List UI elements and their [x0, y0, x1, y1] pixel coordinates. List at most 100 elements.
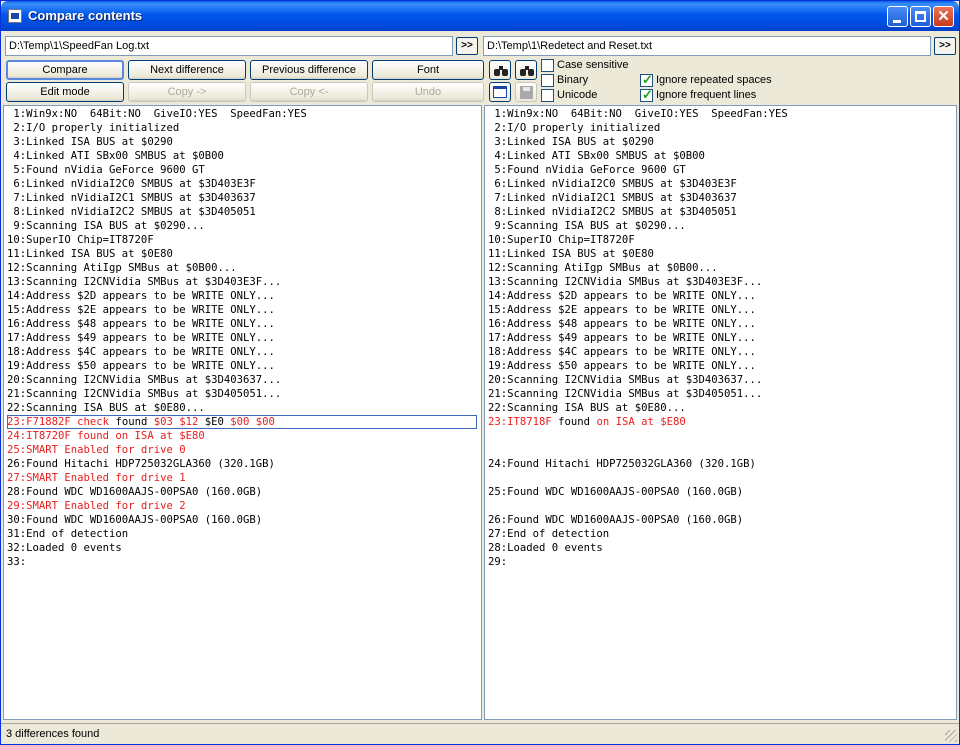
blank-line[interactable] — [488, 429, 956, 443]
text-line[interactable]: 21:Scanning I2CNVidia SMBus at $3D405051… — [488, 387, 956, 401]
text-line[interactable]: 14:Address $2D appears to be WRITE ONLY.… — [488, 289, 956, 303]
text-line[interactable]: 19:Address $50 appears to be WRITE ONLY.… — [7, 359, 481, 373]
text-line[interactable]: 1:Win9x:NO 64Bit:NO GiveIO:YES SpeedFan:… — [488, 107, 956, 121]
line-text: 29: — [488, 556, 508, 568]
left-text-pane[interactable]: 1:Win9x:NO 64Bit:NO GiveIO:YES SpeedFan:… — [3, 105, 482, 720]
text-line[interactable]: 33: — [7, 555, 481, 569]
left-browse-button[interactable]: >> — [456, 37, 478, 55]
text-line[interactable]: 24:Found Hitachi HDP725032GLA360 (320.1G… — [488, 457, 956, 471]
text-line[interactable]: 1:Win9x:NO 64Bit:NO GiveIO:YES SpeedFan:… — [7, 107, 481, 121]
text-line[interactable]: 32:Loaded 0 events — [7, 541, 481, 555]
maximize-button[interactable] — [910, 6, 931, 27]
resize-grip-icon[interactable] — [945, 730, 957, 742]
text-line[interactable]: 22:Scanning ISA BUS at $0E80... — [488, 401, 956, 415]
line-text: 2:I/O properly initialized — [488, 122, 661, 134]
blank-line[interactable] — [488, 471, 956, 485]
text-line[interactable]: 23:IT8718F found on ISA at $E80 — [488, 415, 956, 429]
copy-left-button[interactable]: Copy <- — [250, 82, 368, 102]
text-line[interactable]: 29: — [488, 555, 956, 569]
text-line[interactable]: 23:F71882F check found $03 $12 $E0 $00 $… — [7, 415, 477, 429]
case-sensitive-checkbox[interactable]: Case sensitive — [541, 59, 641, 73]
right-file-path-field[interactable]: D:\Temp\1\Redetect and Reset.txt — [483, 36, 931, 56]
line-text: 12:Scanning AtiIgp SMBus at $0B00... — [488, 262, 718, 274]
line-text: 1:Win9x:NO 64Bit:NO GiveIO:YES SpeedFan:… — [488, 108, 788, 120]
text-line[interactable]: 2:I/O properly initialized — [488, 121, 956, 135]
text-line[interactable]: 24:IT8720F found on ISA at $E80 — [7, 429, 481, 443]
text-line[interactable]: 25:SMART Enabled for drive 0 — [7, 443, 481, 457]
text-line[interactable]: 12:Scanning AtiIgp SMBus at $0B00... — [7, 261, 481, 275]
unicode-checkbox[interactable]: Unicode — [541, 89, 621, 103]
text-line[interactable]: 17:Address $49 appears to be WRITE ONLY.… — [488, 331, 956, 345]
text-line[interactable]: 9:Scanning ISA BUS at $0290... — [7, 219, 481, 233]
text-line[interactable]: 26:Found Hitachi HDP725032GLA360 (320.1G… — [7, 457, 481, 471]
ignore-repeated-spaces-checkbox[interactable]: Ignore repeated spaces — [640, 72, 780, 88]
text-line[interactable]: 13:Scanning I2CNVidia SMBus at $3D403E3F… — [488, 275, 956, 289]
text-line[interactable]: 7:Linked nVidiaI2C1 SMBUS at $3D403637 — [488, 191, 956, 205]
blank-line[interactable] — [488, 443, 956, 457]
text-line[interactable]: 21:Scanning I2CNVidia SMBus at $3D405051… — [7, 387, 481, 401]
text-line[interactable]: 18:Address $4C appears to be WRITE ONLY.… — [488, 345, 956, 359]
close-button[interactable]: ✕ — [933, 6, 954, 27]
text-line[interactable]: 5:Found nVidia GeForce 9600 GT — [7, 163, 481, 177]
edit-mode-button[interactable]: Edit mode — [6, 82, 124, 102]
text-line[interactable]: 14:Address $2D appears to be WRITE ONLY.… — [7, 289, 481, 303]
save-button[interactable] — [515, 82, 537, 102]
text-line[interactable]: 30:Found WDC WD1600AAJS-00PSA0 (160.0GB) — [7, 513, 481, 527]
undo-button[interactable]: Undo — [372, 82, 484, 102]
text-line[interactable]: 29:SMART Enabled for drive 2 — [7, 499, 481, 513]
text-line[interactable]: 6:Linked nVidiaI2C0 SMBUS at $3D403E3F — [488, 177, 956, 191]
text-line[interactable]: 18:Address $4C appears to be WRITE ONLY.… — [7, 345, 481, 359]
text-line[interactable]: 19:Address $50 appears to be WRITE ONLY.… — [488, 359, 956, 373]
text-line[interactable]: 5:Found nVidia GeForce 9600 GT — [488, 163, 956, 177]
text-line[interactable]: 27:SMART Enabled for drive 1 — [7, 471, 481, 485]
text-line[interactable]: 6:Linked nVidiaI2C0 SMBUS at $3D403E3F — [7, 177, 481, 191]
text-line[interactable]: 11:Linked ISA BUS at $0E80 — [488, 247, 956, 261]
text-line[interactable]: 4:Linked ATI SBx00 SMBUS at $0B00 — [488, 149, 956, 163]
text-line[interactable]: 31:End of detection — [7, 527, 481, 541]
text-line[interactable]: 20:Scanning I2CNVidia SMBus at $3D403637… — [7, 373, 481, 387]
compare-button[interactable]: Compare — [6, 60, 124, 80]
right-text-pane[interactable]: 1:Win9x:NO 64Bit:NO GiveIO:YES SpeedFan:… — [484, 105, 957, 720]
text-line[interactable]: 9:Scanning ISA BUS at $0290... — [488, 219, 956, 233]
line-text: 8:Linked nVidiaI2C2 SMBUS at $3D405051 — [488, 206, 737, 218]
previous-difference-button[interactable]: Previous difference — [250, 60, 368, 80]
text-line[interactable]: 8:Linked nVidiaI2C2 SMBUS at $3D405051 — [7, 205, 481, 219]
copy-right-button[interactable]: Copy -> — [128, 82, 246, 102]
text-line[interactable]: 17:Address $49 appears to be WRITE ONLY.… — [7, 331, 481, 345]
ignore-frequent-lines-checkbox[interactable]: Ignore frequent lines — [640, 87, 780, 103]
text-line[interactable]: 7:Linked nVidiaI2C1 SMBUS at $3D403637 — [7, 191, 481, 205]
text-line[interactable]: 11:Linked ISA BUS at $0E80 — [7, 247, 481, 261]
text-line[interactable]: 12:Scanning AtiIgp SMBus at $0B00... — [488, 261, 956, 275]
right-browse-button[interactable]: >> — [934, 37, 956, 55]
find-next-button[interactable] — [515, 60, 537, 80]
text-line[interactable]: 26:Found WDC WD1600AAJS-00PSA0 (160.0GB) — [488, 513, 956, 527]
text-line[interactable]: 2:I/O properly initialized — [7, 121, 481, 135]
font-button[interactable]: Font — [372, 60, 484, 80]
title-bar[interactable]: Compare contents ✕ — [1, 1, 959, 31]
blank-line[interactable] — [488, 499, 956, 513]
find-button[interactable] — [489, 60, 511, 80]
minimize-button[interactable] — [887, 6, 908, 27]
text-line[interactable]: 20:Scanning I2CNVidia SMBus at $3D403637… — [488, 373, 956, 387]
line-text: 28:Loaded 0 events — [488, 542, 603, 554]
text-line[interactable]: 10:SuperIO Chip=IT8720F — [488, 233, 956, 247]
window-layout-button[interactable] — [489, 82, 511, 102]
next-difference-button[interactable]: Next difference — [128, 60, 246, 80]
text-line[interactable]: 13:Scanning I2CNVidia SMBus at $3D403E3F… — [7, 275, 481, 289]
left-file-path-field[interactable]: D:\Temp\1\SpeedFan Log.txt — [5, 36, 453, 56]
text-line[interactable]: 27:End of detection — [488, 527, 956, 541]
text-line[interactable]: 15:Address $2E appears to be WRITE ONLY.… — [488, 303, 956, 317]
text-line[interactable]: 28:Loaded 0 events — [488, 541, 956, 555]
text-line[interactable]: 10:SuperIO Chip=IT8720F — [7, 233, 481, 247]
text-line[interactable]: 8:Linked nVidiaI2C2 SMBUS at $3D405051 — [488, 205, 956, 219]
text-line[interactable]: 16:Address $48 appears to be WRITE ONLY.… — [7, 317, 481, 331]
text-line[interactable]: 16:Address $48 appears to be WRITE ONLY.… — [488, 317, 956, 331]
text-line[interactable]: 3:Linked ISA BUS at $0290 — [7, 135, 481, 149]
text-line[interactable]: 4:Linked ATI SBx00 SMBUS at $0B00 — [7, 149, 481, 163]
text-line[interactable]: 15:Address $2E appears to be WRITE ONLY.… — [7, 303, 481, 317]
text-line[interactable]: 25:Found WDC WD1600AAJS-00PSA0 (160.0GB) — [488, 485, 956, 499]
text-line[interactable]: 28:Found WDC WD1600AAJS-00PSA0 (160.0GB) — [7, 485, 481, 499]
text-line[interactable]: 3:Linked ISA BUS at $0290 — [488, 135, 956, 149]
binary-checkbox[interactable]: Binary — [541, 74, 621, 88]
text-line[interactable]: 22:Scanning ISA BUS at $0E80... — [7, 401, 481, 415]
